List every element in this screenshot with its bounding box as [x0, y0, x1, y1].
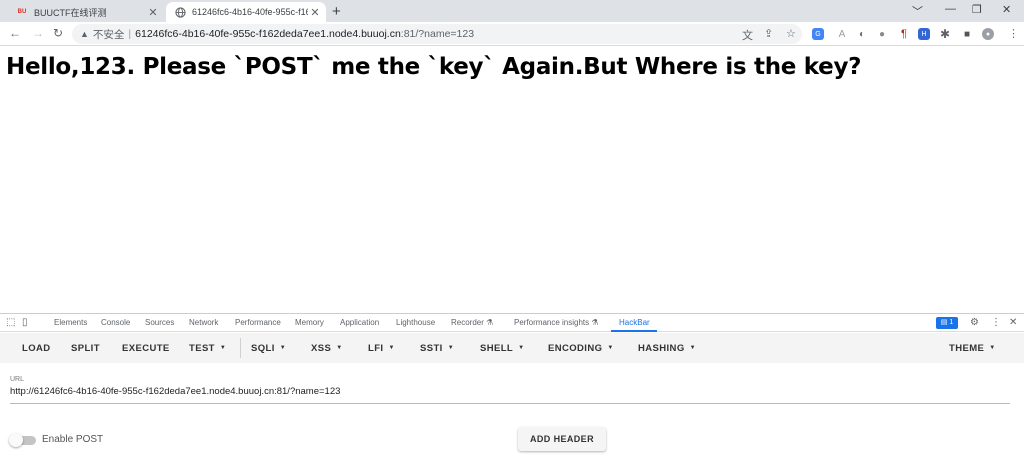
hackbar-toolbar: LOAD SPLIT EXECUTE TEST ▼ SQLI ▼ XSS ▼ LFI ▼…	[0, 333, 1024, 363]
close-window-button[interactable]: ✕	[1002, 3, 1011, 16]
devtools-tab-lighthouse[interactable]: Lighthouse	[396, 318, 435, 327]
google-translate-icon[interactable]: G	[812, 28, 824, 40]
side-panel-icon[interactable]: ■	[961, 28, 973, 40]
active-tab-indicator	[611, 330, 657, 332]
devtools-panel: ⬚ ▯ Elements Console Sources Network Per…	[0, 313, 1024, 476]
close-devtools-icon[interactable]: ✕	[1009, 317, 1017, 328]
encoding-menu-button[interactable]: ENCODING ▼	[548, 343, 614, 354]
tab-search-icon[interactable]: ﹀	[912, 3, 923, 19]
shell-menu-button[interactable]: SHELL ▼	[480, 343, 524, 354]
address-bar[interactable]: ▲ 不安全 | 61246fc6-4b16-40fe-955c-f162deda…	[72, 24, 802, 44]
browser-tab-buuctf[interactable]: BU BUUCTF在线评测 ✕	[8, 2, 164, 22]
page-heading: Hello,123. Please `POST` me the `key` Ag…	[6, 54, 862, 80]
menu-kebab-icon[interactable]: ⋮	[1008, 27, 1019, 40]
new-tab-button[interactable]: +	[332, 3, 341, 20]
extension-e-icon[interactable]: H	[918, 28, 930, 40]
extension-c-icon[interactable]: ●	[876, 28, 888, 40]
chevron-down-icon: ▼	[388, 345, 395, 351]
url-host: 61246fc6-4b16-40fe-955c-f162deda7ee1.nod…	[135, 28, 401, 40]
devtools-tab-console[interactable]: Console	[101, 318, 130, 327]
inspect-element-icon[interactable]: ⬚	[6, 317, 15, 328]
toolbar-divider	[240, 338, 241, 358]
devtools-menu-icon[interactable]: ⋮	[991, 317, 1001, 328]
issues-badge[interactable]: ▤ 1	[936, 317, 958, 329]
devtools-tab-performance[interactable]: Performance	[235, 318, 281, 327]
minimize-window-button[interactable]: —	[945, 3, 956, 15]
load-button[interactable]: LOAD	[22, 343, 51, 354]
chevron-down-icon: ▼	[689, 345, 696, 351]
tab-title: 61246fc6-4b16-40fe-955c-f16	[192, 7, 308, 17]
extension-b-icon[interactable]: ◐	[856, 28, 868, 40]
extension-a-icon[interactable]: A	[836, 28, 848, 40]
chevron-down-icon: ▼	[518, 345, 525, 351]
theme-menu-button[interactable]: THEME ▼	[949, 343, 996, 354]
devtools-tab-memory[interactable]: Memory	[295, 318, 324, 327]
tab-close-icon[interactable]: ✕	[308, 6, 322, 19]
hackbar-url-input[interactable]: http://61246fc6-4b16-40fe-955c-f162deda7…	[10, 386, 1010, 404]
chevron-down-icon: ▼	[219, 345, 227, 351]
extensions-puzzle-icon[interactable]: ✱	[940, 27, 950, 41]
extension-d-icon[interactable]: ¶	[898, 28, 910, 40]
sqli-menu-button[interactable]: SQLI ▼	[251, 343, 286, 354]
address-separator: |	[128, 28, 132, 40]
devtools-tab-network[interactable]: Network	[189, 318, 218, 327]
forward-icon[interactable]: →	[32, 26, 44, 40]
tab-close-icon[interactable]: ✕	[146, 6, 160, 19]
lfi-menu-button[interactable]: LFI ▼	[368, 343, 395, 354]
browser-tabstrip: BU BUUCTF在线评测 ✕ 61246fc6-4b16-40fe-955c-…	[0, 0, 1024, 22]
devtools-tab-elements[interactable]: Elements	[54, 318, 87, 327]
chevron-down-icon: ▼	[447, 345, 455, 351]
url-field-label: URL	[10, 376, 25, 383]
ssti-menu-button[interactable]: SSTI ▼	[420, 343, 454, 354]
chevron-down-icon: ▼	[989, 345, 996, 351]
tab-title: BUUCTF在线评测	[34, 7, 107, 18]
hashing-menu-button[interactable]: HASHING ▼	[638, 343, 696, 354]
translate-icon[interactable]: 文	[742, 27, 753, 43]
test-menu-button[interactable]: TEST ▼	[189, 343, 226, 354]
chevron-down-icon: ▼	[336, 345, 343, 351]
add-header-button[interactable]: ADD HEADER	[518, 427, 606, 451]
profile-avatar-icon[interactable]: ●	[982, 28, 994, 40]
enable-post-label: Enable POST	[42, 434, 104, 445]
devtools-tab-performance-insights[interactable]: Performance insights ⚗	[514, 318, 599, 327]
chevron-down-icon: ▼	[607, 345, 614, 351]
split-button[interactable]: SPLIT	[71, 343, 100, 354]
buuctf-favicon-icon: BU	[17, 9, 27, 15]
toggle-thumb[interactable]	[9, 433, 23, 447]
chevron-down-icon: ▼	[279, 345, 287, 351]
warning-icon[interactable]: ▲	[80, 29, 89, 39]
reload-icon[interactable]: ↻	[53, 26, 63, 40]
settings-gear-icon[interactable]: ⚙	[970, 317, 979, 328]
devtools-tabbar: ⬚ ▯ Elements Console Sources Network Per…	[0, 314, 1024, 332]
xss-menu-button[interactable]: XSS ▼	[311, 343, 343, 354]
share-icon[interactable]: ⇪	[764, 27, 773, 40]
globe-favicon-icon	[174, 6, 186, 18]
back-icon[interactable]: ←	[9, 26, 21, 40]
url-path: :81/?name=123	[400, 28, 475, 40]
devtools-tab-recorder[interactable]: Recorder ⚗	[451, 318, 493, 327]
browser-tab-challenge[interactable]: 61246fc6-4b16-40fe-955c-f16 ✕	[166, 2, 326, 22]
execute-button[interactable]: EXECUTE	[122, 343, 170, 354]
device-toolbar-icon[interactable]: ▯	[22, 317, 28, 328]
maximize-window-button[interactable]: ❐	[972, 3, 982, 16]
security-label: 不安全	[92, 28, 125, 41]
devtools-tab-application[interactable]: Application	[340, 318, 379, 327]
devtools-tab-sources[interactable]: Sources	[145, 318, 174, 327]
bookmark-star-icon[interactable]: ☆	[786, 27, 796, 40]
devtools-tab-hackbar[interactable]: HackBar	[619, 318, 650, 327]
browser-toolbar: ← → ↻ ▲ 不安全 | 61246fc6-4b16-40fe-955c-f1…	[0, 22, 1024, 46]
